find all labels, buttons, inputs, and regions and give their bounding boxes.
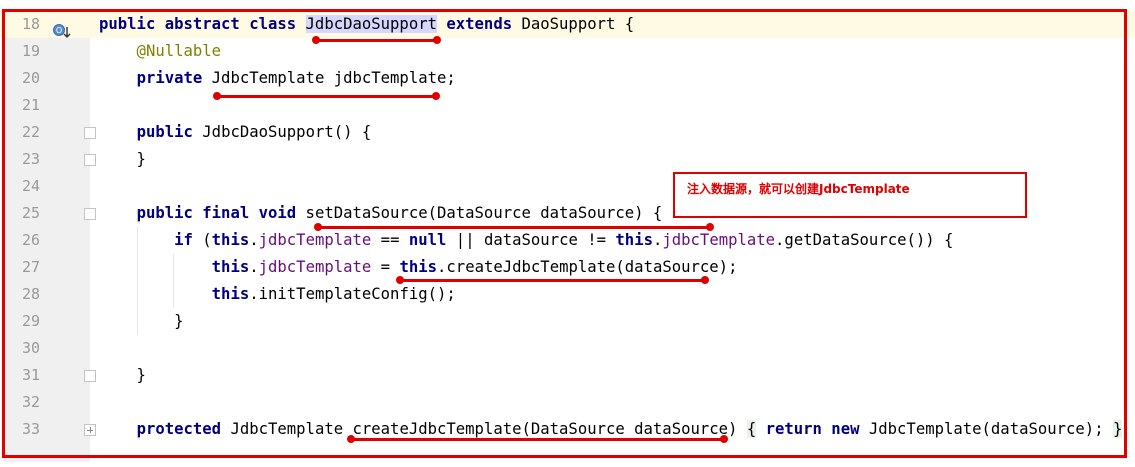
underline-dot (396, 276, 404, 284)
underline-dot (433, 36, 441, 44)
underline-mark (351, 438, 725, 441)
underline-mark (400, 279, 707, 282)
callout-text: 注入数据源，就可以创建JdbcTemplate (687, 182, 910, 196)
code-editor[interactable]: 18 O public abstract class JdbcDaoSuppor… (0, 0, 1135, 467)
underline-dot (701, 276, 709, 284)
underline-dot (312, 36, 320, 44)
underline-dot (706, 223, 714, 231)
underline-mark (316, 39, 438, 42)
underline-dot (720, 435, 728, 443)
underline-dot (314, 223, 322, 231)
underline-dot (432, 92, 440, 100)
underline-mark (318, 226, 712, 229)
underline-dot (213, 92, 221, 100)
annotation-frame (2, 9, 1127, 458)
underline-dot (347, 435, 355, 443)
callout-box: 注入数据源，就可以创建JdbcTemplate (673, 172, 1027, 218)
underline-mark (218, 95, 438, 98)
